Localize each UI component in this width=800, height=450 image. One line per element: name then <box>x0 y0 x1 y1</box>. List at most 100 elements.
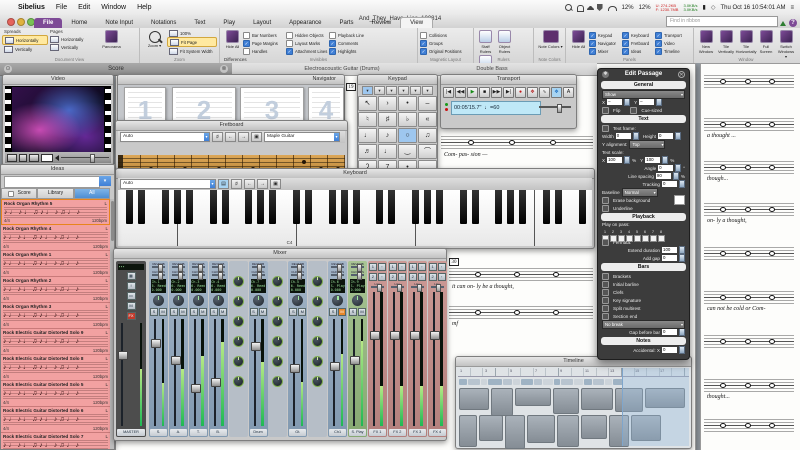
pan-knob[interactable] <box>292 295 303 306</box>
thumb[interactable] <box>218 272 223 280</box>
keypad-cell-r3c2[interactable]: ♪ <box>378 128 397 143</box>
eq-knob[interactable] <box>272 336 283 347</box>
idea-item[interactable]: Rock Organ Rhythm 3L♪♩♪♩♫♪♩♪♫♩♪4/4120bpm <box>1 303 110 329</box>
input-field[interactable]: 100 <box>662 247 677 253</box>
input-field[interactable]: 90 <box>656 173 671 179</box>
fader[interactable] <box>250 317 267 428</box>
live-playback-button[interactable]: ❖ <box>551 87 562 98</box>
keypad-cell-r3c3[interactable]: ○ <box>398 128 417 143</box>
checkbox-groups[interactable]: ✓Groups <box>420 39 472 47</box>
reverb-slider[interactable] <box>192 266 205 268</box>
eq-knob[interactable] <box>272 296 283 307</box>
fx-2-button[interactable]: 2 <box>389 273 397 281</box>
zoom-option-fit-system-width[interactable]: Fit System Width <box>167 47 217 55</box>
idea-item[interactable]: Rock Electric Guitar Distorted Solo 9L♪♩… <box>1 329 110 355</box>
rewind-to-start-button[interactable]: |◀ <box>443 87 454 98</box>
fretboard-sharp-button[interactable]: ♯ <box>212 132 223 142</box>
black-key[interactable] <box>495 190 502 224</box>
live-tempo-button[interactable]: ∿ <box>539 87 550 98</box>
master-config-button[interactable]: ▦ <box>127 272 136 280</box>
ideas-search-dropdown[interactable]: ▾ <box>99 176 111 186</box>
fx-1-button[interactable]: 1 <box>429 263 437 271</box>
master-solo-clear-button[interactable]: ! <box>127 282 136 290</box>
ribbon-collapse-button[interactable] <box>780 21 786 26</box>
eq-knob[interactable] <box>312 276 323 287</box>
timeline-block[interactable] <box>581 388 613 410</box>
checkbox-playback-line[interactable]: Playback Line <box>329 31 372 39</box>
black-key[interactable] <box>412 190 419 224</box>
checkbox-timeline[interactable]: ✓Timeline <box>655 47 688 55</box>
black-key[interactable] <box>269 190 276 224</box>
zoom-button[interactable]: Zoom ▾ <box>143 29 167 48</box>
thumb[interactable] <box>198 264 203 272</box>
mixer-panel-title[interactable]: Mixer <box>114 249 446 259</box>
thumb[interactable] <box>257 264 262 272</box>
black-key[interactable] <box>162 190 169 224</box>
keypad-layout-tab-5[interactable]: ▾ <box>410 86 421 95</box>
new-window-button[interactable]: New Window <box>697 29 716 54</box>
checkbox-box[interactable] <box>329 32 336 39</box>
gear-icon[interactable]: ✱ <box>602 71 609 78</box>
reverb-slider[interactable] <box>152 266 165 268</box>
fx-fader[interactable] <box>429 290 446 428</box>
chorus-slider[interactable] <box>252 274 265 276</box>
move-playback-line-button[interactable]: ❖ <box>527 87 538 98</box>
fx-fader[interactable] <box>389 290 406 428</box>
pass-checkbox[interactable] <box>634 235 641 242</box>
timeline-block[interactable] <box>515 388 551 406</box>
line-slider[interactable] <box>371 286 384 288</box>
panels-hide-all-button[interactable]: Hide All <box>569 29 589 49</box>
black-key[interactable] <box>174 190 181 224</box>
black-key[interactable] <box>245 190 252 224</box>
idea-item[interactable]: Rock Organ Rhythm 5L♪♩♪♩♫♪♩♪♫♩♪4/4120bpm <box>1 199 110 225</box>
chorus-slider[interactable] <box>291 274 304 276</box>
score-tab[interactable]: Score <box>108 66 124 72</box>
input-field[interactable]: 100 <box>645 157 660 163</box>
cap[interactable] <box>430 331 440 340</box>
checkbox-box[interactable]: ✓ <box>243 40 250 47</box>
timeline-block[interactable] <box>581 415 607 439</box>
solo-button[interactable]: S <box>250 308 258 316</box>
cap[interactable] <box>251 342 261 351</box>
line-slider[interactable] <box>391 286 404 288</box>
keypad-panel-title[interactable]: Keypad <box>358 75 437 85</box>
thumb[interactable] <box>357 272 362 280</box>
checkbox-handles[interactable]: Handles <box>243 47 286 55</box>
black-key[interactable] <box>507 190 514 224</box>
solo-button[interactable]: S <box>190 308 198 316</box>
checkbox-initial-barline[interactable] <box>602 281 609 288</box>
user-icon[interactable] <box>589 6 592 9</box>
black-key[interactable] <box>376 190 383 224</box>
line-slider[interactable] <box>411 286 424 288</box>
eq-knob[interactable] <box>272 316 283 327</box>
tab-close-icon[interactable]: ⊗ <box>220 65 228 73</box>
line-slider[interactable] <box>431 286 444 288</box>
tab-view[interactable]: View <box>400 17 433 28</box>
input-field[interactable]: 100 <box>607 157 622 163</box>
pan-knob[interactable] <box>173 295 184 306</box>
checkbox-box[interactable]: ✓ <box>286 48 293 55</box>
cap[interactable] <box>171 356 181 365</box>
pass-checkbox[interactable] <box>650 235 657 242</box>
eq-knob[interactable] <box>312 336 323 347</box>
pan-knob[interactable] <box>213 295 224 306</box>
fretboard-panel-title[interactable]: Fretboard <box>116 121 347 131</box>
thumb[interactable] <box>337 264 342 272</box>
keypad-layout-tab-3[interactable]: ▾ <box>386 86 397 95</box>
master-view-button[interactable]: ▭ <box>127 292 136 300</box>
checkbox-box[interactable]: ✓ <box>420 40 427 47</box>
eq-knob[interactable] <box>233 336 244 347</box>
select-y-alignment[interactable]: Top <box>629 140 665 149</box>
solo-button[interactable]: S <box>329 308 337 316</box>
stepper[interactable] <box>679 328 685 336</box>
black-key[interactable] <box>472 190 479 224</box>
mute-button[interactable]: M <box>298 308 306 316</box>
idea-item[interactable]: Rock Electric Guitar Distorted Solo 5L♪♩… <box>1 381 110 407</box>
timeline-block[interactable] <box>459 388 489 410</box>
keypad-layout-tab-1[interactable]: ▾ <box>362 86 373 95</box>
pass-checkbox[interactable] <box>658 235 665 242</box>
checkbox-ideas[interactable]: ✓Ideas <box>622 47 655 55</box>
black-key[interactable] <box>210 190 217 224</box>
fx-fader[interactable] <box>409 290 426 428</box>
keyboard-mode-select[interactable]: Auto▾ <box>120 179 216 189</box>
